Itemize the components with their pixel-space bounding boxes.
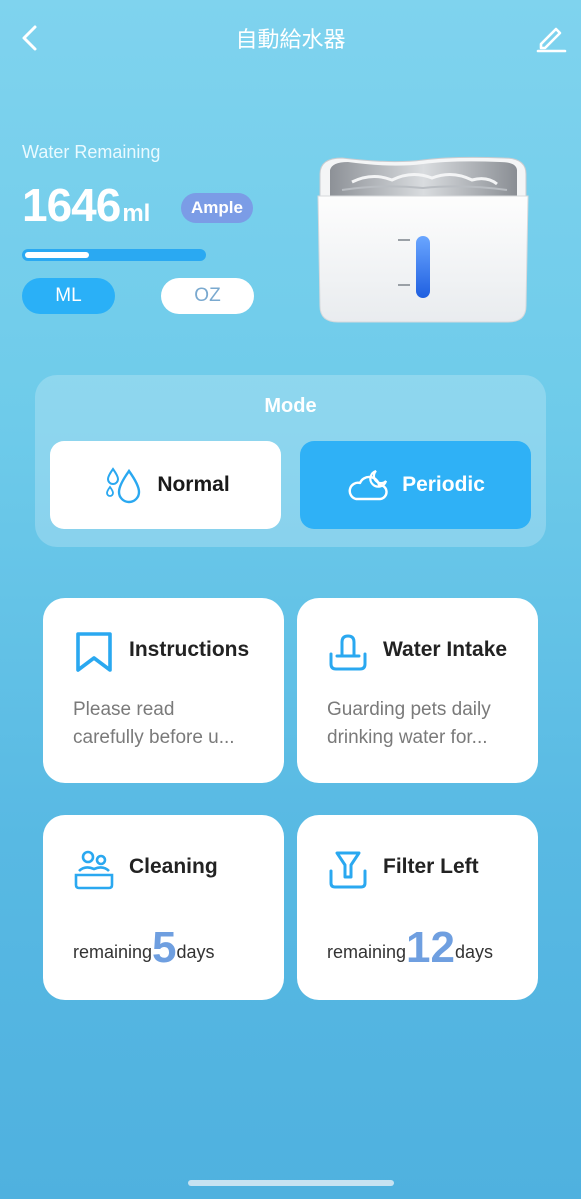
instructions-card[interactable]: Instructions Please read carefully befor… — [43, 598, 284, 783]
water-status-badge: Ample — [181, 193, 253, 223]
cleaning-title: Cleaning — [129, 855, 218, 878]
mode-normal-button[interactable]: Normal — [50, 441, 281, 529]
cleaning-card[interactable]: Cleaning remaining5days — [43, 815, 284, 1000]
filter-card[interactable]: Filter Left remaining12days — [297, 815, 538, 1000]
mode-normal-label: Normal — [157, 473, 230, 496]
edit-button[interactable] — [534, 20, 568, 54]
instructions-desc-line: Please read — [73, 699, 175, 720]
cleaning-remaining: remaining5days — [73, 923, 215, 973]
water-level-fill — [25, 252, 89, 258]
cloud-moon-icon — [348, 469, 388, 501]
cleaning-icon — [74, 850, 114, 890]
instructions-desc-line: carefully before u... — [73, 727, 235, 748]
water-level-bar — [22, 249, 206, 261]
cleaning-days-value: 5 — [152, 923, 177, 972]
water-remaining-value: 1646ml — [22, 178, 150, 232]
water-drops-icon — [106, 467, 141, 504]
water-intake-description: Guarding pets daily drinking water for..… — [327, 696, 527, 752]
water-bowl-icon — [329, 634, 367, 671]
filter-remaining: remaining12days — [327, 923, 493, 973]
instructions-description: Please read carefully before u... — [73, 696, 273, 752]
water-amount: 1646 — [22, 179, 121, 231]
water-fountain-image — [312, 146, 534, 328]
water-intake-desc-line: Guarding pets daily — [327, 699, 491, 720]
water-intake-desc-line: drinking water for... — [327, 727, 488, 748]
unit-oz-button[interactable]: OZ — [161, 278, 254, 314]
filter-days-value: 12 — [406, 923, 455, 972]
cleaning-remaining-prefix: remaining — [73, 942, 153, 962]
water-unit: ml — [122, 200, 151, 227]
page-title: 自動給水器 — [235, 28, 346, 53]
unit-ml-button[interactable]: ML — [22, 278, 115, 314]
water-remaining-label: Water Remaining — [22, 142, 161, 162]
water-intake-title: Water Intake — [383, 638, 508, 661]
cleaning-remaining-suffix: days — [176, 942, 215, 962]
bookmark-icon — [76, 632, 112, 672]
home-indicator[interactable] — [188, 1180, 394, 1186]
mode-periodic-label: Periodic — [402, 473, 485, 496]
pencil-icon — [536, 27, 567, 53]
filter-remaining-prefix: remaining — [327, 942, 407, 962]
filter-icon — [329, 851, 367, 889]
instructions-title: Instructions — [129, 638, 250, 661]
water-intake-card[interactable]: Water Intake Guarding pets daily drinkin… — [297, 598, 538, 783]
filter-remaining-suffix: days — [455, 942, 494, 962]
mode-periodic-button[interactable]: Periodic — [300, 441, 531, 529]
mode-title: Mode — [264, 395, 317, 417]
filter-title: Filter Left — [383, 855, 479, 878]
